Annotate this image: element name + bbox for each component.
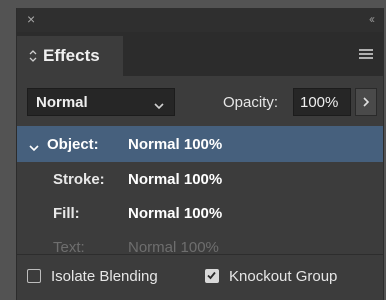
target-row-text: Text: Normal 100%: [17, 230, 383, 264]
target-value: Normal 100%: [128, 204, 223, 222]
opacity-slider-button[interactable]: [355, 88, 377, 116]
isolate-blending-label[interactable]: Isolate Blending: [51, 268, 158, 285]
chevron-right-icon: [363, 97, 370, 107]
blend-controls: Normal Opacity: 100%: [17, 76, 383, 126]
knockout-group-label[interactable]: Knockout Group: [229, 268, 337, 285]
target-row-fill[interactable]: Fill: Normal 100%: [17, 196, 383, 230]
target-name: Object:: [47, 135, 99, 153]
collapse-icon[interactable]: ‹‹: [369, 11, 375, 27]
close-icon[interactable]: ×: [27, 11, 35, 27]
panel-menu-icon[interactable]: [359, 47, 373, 59]
tab-label: Effects: [43, 46, 100, 65]
blend-mode-dropdown[interactable]: Normal: [27, 88, 175, 116]
target-name: Stroke:: [53, 170, 105, 188]
target-row-object[interactable]: Object: Normal 100%: [17, 126, 383, 162]
blend-mode-value: Normal: [36, 93, 88, 111]
target-value: Normal 100%: [128, 135, 223, 153]
target-name: Text:: [53, 238, 85, 256]
tab-bar: Effects: [17, 32, 383, 76]
isolate-blending-checkbox[interactable]: [27, 269, 41, 283]
opacity-value: 100%: [300, 93, 339, 111]
target-value: Normal 100%: [128, 238, 219, 256]
chevron-down-icon[interactable]: [29, 139, 39, 152]
target-name: Fill:: [53, 204, 80, 222]
chevron-down-icon: [154, 97, 164, 110]
opacity-label: Opacity:: [223, 94, 279, 111]
target-row-stroke[interactable]: Stroke: Normal 100%: [17, 162, 383, 196]
panel-footer: Isolate Blending Knockout Group: [17, 260, 383, 294]
panel-titlebar: × ‹‹: [17, 8, 383, 32]
target-value: Normal 100%: [128, 170, 223, 188]
expand-collapse-icon[interactable]: [29, 49, 37, 63]
knockout-group-checkbox[interactable]: [205, 269, 219, 283]
effect-targets-list: Object: Normal 100% Stroke: Normal 100% …: [17, 126, 383, 264]
tab-effects[interactable]: Effects: [17, 36, 123, 76]
opacity-field[interactable]: 100%: [293, 88, 351, 116]
checkmark-icon: [207, 271, 216, 280]
divider: [17, 254, 383, 255]
effects-panel: × ‹‹ Effects Normal Opacity: 100% Object…: [16, 8, 384, 300]
